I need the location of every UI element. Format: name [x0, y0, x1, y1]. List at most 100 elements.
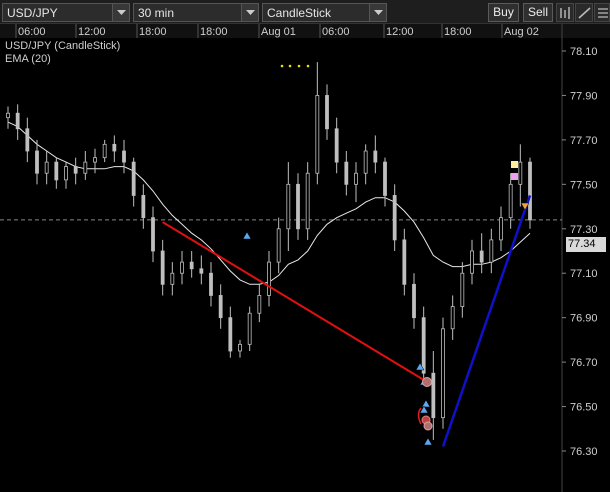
- price-label: 77.10: [570, 268, 598, 280]
- candle-body: [112, 143, 117, 152]
- signal-square: [511, 173, 518, 180]
- price-label: 76.50: [570, 402, 598, 414]
- candle-body: [421, 317, 426, 374]
- interval-value: 30 min: [138, 6, 175, 20]
- price-label: 77.50: [570, 179, 598, 191]
- candle-body: [73, 166, 78, 174]
- candle-body: [170, 272, 175, 285]
- candle-body: [363, 150, 368, 174]
- candle-body: [54, 161, 59, 181]
- candle-body: [315, 95, 320, 174]
- signal-dot: [280, 64, 284, 68]
- candle-body: [373, 150, 378, 163]
- candle-body: [238, 343, 242, 352]
- signal-square: [511, 161, 518, 168]
- candle-body: [383, 161, 387, 196]
- candle-body: [392, 195, 397, 241]
- candle-body: [402, 239, 407, 285]
- time-label: 06:00: [322, 26, 350, 38]
- chevron-down-icon[interactable]: [369, 4, 386, 21]
- candle-body: [93, 157, 97, 163]
- candle-body: [189, 261, 194, 270]
- chart-type-value: CandleStick: [267, 6, 332, 20]
- candle-body: [325, 95, 329, 130]
- candle-body: [180, 261, 184, 274]
- candle-body: [35, 150, 39, 174]
- chart-toolbar: USD/JPY 30 min CandleStick Buy Sell: [0, 0, 610, 24]
- candle-body: [64, 166, 68, 181]
- candle-body: [450, 306, 455, 330]
- candle-body: [276, 228, 281, 263]
- price-chart[interactable]: 06:00 12:00 18:00 18:00 Aug 01 06:00 12:00 18:0…: [0, 24, 610, 492]
- price-label: 77.30: [570, 224, 598, 236]
- candle-body: [15, 112, 20, 130]
- candle-body: [102, 143, 107, 159]
- candle-body: [44, 161, 49, 174]
- chevron-down-icon[interactable]: [112, 4, 129, 21]
- symbol-select[interactable]: USD/JPY: [2, 3, 130, 22]
- candle-body: [131, 161, 136, 196]
- fibonacci-icon[interactable]: [594, 3, 610, 22]
- ema-legend: EMA (20): [5, 53, 51, 65]
- candle-body: [122, 150, 126, 163]
- time-label: 18:00: [139, 26, 167, 38]
- candle-body: [141, 195, 146, 219]
- price-label: 76.30: [570, 446, 598, 458]
- price-label: 76.90: [570, 313, 598, 325]
- candle-body: [518, 161, 523, 185]
- candle-body: [199, 268, 204, 274]
- symbol-value: USD/JPY: [7, 6, 58, 20]
- sell-button[interactable]: Sell: [523, 3, 553, 22]
- candle-body: [508, 183, 513, 219]
- signal-dot: [306, 64, 310, 68]
- down-trendline: [162, 221, 425, 381]
- chart-type-select[interactable]: CandleStick: [262, 3, 387, 22]
- candle-body: [334, 128, 339, 163]
- current-price-badge: 77.34: [566, 236, 606, 252]
- candle-body: [528, 161, 532, 221]
- candle-body: [296, 183, 300, 230]
- time-label: 18:00: [200, 26, 228, 38]
- time-label: 18:00: [444, 26, 472, 38]
- price-label: 78.10: [570, 46, 598, 58]
- candle-body: [305, 172, 310, 230]
- interval-select[interactable]: 30 min: [133, 3, 259, 22]
- candle-body: [218, 295, 223, 319]
- bars-icon[interactable]: [556, 3, 574, 22]
- candle-body: [412, 283, 416, 319]
- candle-body: [489, 239, 494, 263]
- candle-body: [6, 112, 10, 119]
- candle-body: [479, 250, 484, 263]
- price-label: 77.70: [570, 135, 598, 147]
- price-label: 77.90: [570, 90, 598, 102]
- signal-dot: [297, 64, 301, 68]
- series-legend: USD/JPY (CandleStick): [5, 40, 121, 52]
- buy-signal-marker: [421, 399, 431, 408]
- exit-marker: [422, 377, 432, 387]
- candle-body: [25, 128, 30, 152]
- time-label: 12:00: [386, 26, 414, 38]
- chevron-down-icon[interactable]: [241, 4, 258, 21]
- buy-signal-marker: [242, 231, 252, 240]
- candle-body: [286, 183, 291, 230]
- candle-body: [460, 272, 465, 307]
- candle-body: [83, 161, 88, 174]
- candle-body: [267, 261, 271, 296]
- candle-body: [151, 217, 155, 252]
- candle-body: [160, 250, 165, 285]
- time-label: 12:00: [78, 26, 106, 38]
- candle-body: [209, 272, 213, 296]
- candle-body: [354, 172, 358, 185]
- buy-button[interactable]: Buy: [488, 3, 519, 22]
- candle-body: [431, 372, 436, 419]
- signal-dot: [288, 64, 292, 68]
- candle-body: [499, 217, 503, 241]
- candle-body: [441, 328, 445, 419]
- chart-canvas[interactable]: 06:00 12:00 18:00 18:00 Aug 01 06:00 12:00 18:0…: [0, 24, 610, 492]
- price-label: 76.70: [570, 357, 598, 369]
- draw-line-icon[interactable]: [575, 3, 593, 22]
- candle-body: [344, 161, 349, 185]
- bracket-mark: [417, 407, 422, 425]
- sell-signal-marker: [520, 202, 530, 211]
- exit-marker: [423, 421, 433, 431]
